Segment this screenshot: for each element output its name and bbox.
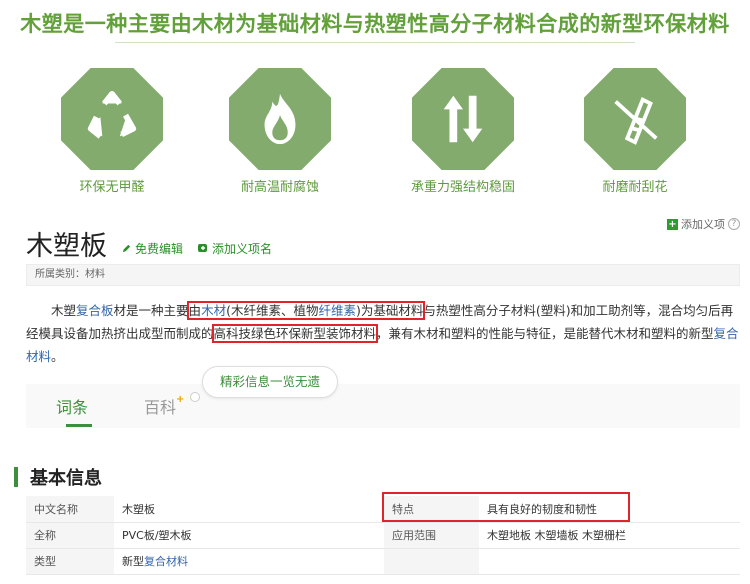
section-title: 基本信息 <box>30 468 102 489</box>
basic-info-heading: 基本信息 <box>14 464 102 490</box>
section-marker <box>14 467 18 487</box>
summary-text: 由 <box>188 303 202 318</box>
link-cellulose[interactable]: 纤维素 <box>318 303 356 318</box>
content-tabs: 词条 百科+ <box>26 384 740 428</box>
link-composite-material[interactable]: 复合材料 <box>144 555 188 568</box>
table-key: 类型 <box>26 548 114 575</box>
feature-eco: 环保无甲醛 <box>57 68 167 195</box>
table-key: 全称 <box>26 522 114 549</box>
category-bar: 所属类别：材料 <box>26 264 740 286</box>
help-icon[interactable]: ? <box>728 218 740 230</box>
highlight-wood-base: 由木材(木纤维素、植物纤维素)为基础材料 <box>186 301 426 320</box>
link-wood[interactable]: 木材 <box>201 303 226 318</box>
annotation-box <box>382 492 630 522</box>
recycle-icon <box>61 68 163 170</box>
link-composite-board[interactable]: 复合板 <box>76 303 114 318</box>
feature-banner: 木塑是一种主要由木材为基础材料与热塑性高分子材料合成的新型环保材料 环保无甲醛 … <box>0 0 750 208</box>
tab-entry[interactable]: 词条 <box>56 394 88 418</box>
entry-header: 木塑板 免费编辑 添加义项名 <box>26 224 272 263</box>
feature-label: 环保无甲醛 <box>79 180 145 195</box>
page-title: 木塑板 <box>26 231 107 262</box>
tab-baike[interactable]: 百科+ <box>144 394 184 418</box>
table-key: 应用范围 <box>384 522 479 549</box>
table-value: 木塑地板 木塑墙板 木塑栅栏 <box>479 522 740 549</box>
summary-text: ，兼有木材和塑料的性能与特征，是能替代木材和塑料的新型 <box>376 326 714 341</box>
edit-button[interactable]: 免费编辑 <box>121 240 183 257</box>
add-item-name-label: 添加义项名 <box>212 242 273 256</box>
summary-text: 木塑 <box>51 303 77 318</box>
add-tag-icon <box>198 244 208 252</box>
table-value: 木塑板 <box>114 496 384 523</box>
tooltip-bubble: 精彩信息一览无遗 <box>202 366 338 398</box>
table-value-text: 新型 <box>122 555 144 568</box>
feature-label: 耐高温耐腐蚀 <box>240 180 319 195</box>
feature-label: 承重力强结构稳固 <box>410 180 515 195</box>
summary-paragraph: 木塑复合板材是一种主要由木材(木纤维素、植物纤维素)为基础材料与热塑性高分子材料… <box>26 299 742 368</box>
table-key: 中文名称 <box>26 496 114 523</box>
pencil-icon <box>122 244 131 253</box>
add-item-label: 添加义项 <box>681 218 725 231</box>
summary-text: )为基础材料 <box>355 303 424 318</box>
highlight-eco-material: 高科技绿色环保新型装饰材料 <box>211 324 379 343</box>
plus-icon: + <box>176 394 185 405</box>
active-tab-indicator <box>66 424 92 427</box>
table-row: 类型 新型复合材料 <box>26 548 740 575</box>
banner-divider <box>115 42 635 43</box>
summary-text: 。 <box>51 349 64 364</box>
table-value: 新型复合材料 <box>114 548 384 575</box>
table-key <box>384 548 479 575</box>
table-value: PVC板/塑木板 <box>114 522 384 549</box>
feature-heat: 耐高温耐腐蚀 <box>225 68 335 195</box>
flame-icon <box>229 68 331 170</box>
banner-title: 木塑是一种主要由木材为基础材料与热塑性高分子材料合成的新型环保材料 <box>20 12 730 36</box>
feature-label: 耐磨耐刮花 <box>602 180 668 195</box>
edit-label: 免费编辑 <box>135 242 184 256</box>
summary-text: 材是一种主要 <box>113 303 189 318</box>
table-row: 全称 PVC板/塑木板 应用范围 木塑地板 木塑墙板 木塑栅栏 <box>26 522 740 549</box>
plus-icon: + <box>667 218 678 230</box>
summary-text: (木纤维素、植物 <box>226 303 319 318</box>
bubble-pointer <box>190 392 200 402</box>
add-item-link[interactable]: + 添加义项 ? <box>667 216 740 232</box>
up-down-arrows-icon <box>412 68 514 170</box>
table-value <box>479 548 740 575</box>
add-item-name-button[interactable]: 添加义项名 <box>197 240 272 257</box>
feature-scratch: 耐磨耐刮花 <box>580 68 690 195</box>
feature-load: 承重力强结构稳固 <box>408 68 518 195</box>
no-scratch-icon <box>584 68 686 170</box>
tab-baike-label: 百科 <box>144 398 177 417</box>
